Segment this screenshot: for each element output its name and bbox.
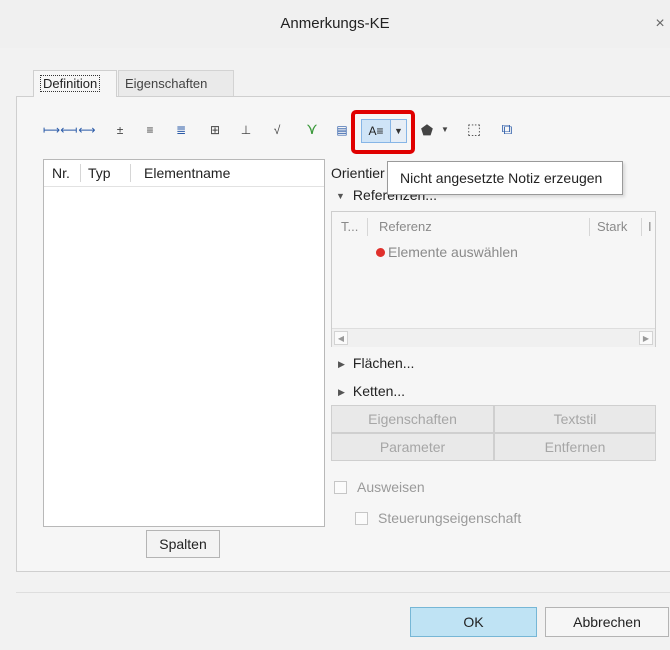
horizontal-scrollbar[interactable]: ◀ ▶ (332, 328, 655, 347)
required-dot-icon (376, 248, 385, 257)
expanded-arrow-icon: ▼ (336, 191, 345, 201)
collapsed-arrow-icon: ▶ (338, 387, 345, 397)
gtol-icon[interactable]: ⊞ (201, 118, 229, 142)
scroll-left-icon[interactable]: ◀ (334, 331, 348, 345)
element-list[interactable] (43, 159, 325, 527)
tab-definition[interactable]: Definition (33, 70, 117, 97)
ref-column-referenz[interactable]: Referenz (379, 212, 432, 242)
dimension-icon[interactable]: ⟼⟻ (43, 118, 77, 142)
copy-icon[interactable]: ⧉ (497, 118, 517, 142)
tolerance-icon-3[interactable]: ≣ (169, 118, 193, 142)
symbol-icon[interactable]: ⬟ (417, 118, 437, 142)
table-icon[interactable]: ▤ (332, 118, 352, 142)
spalten-button[interactable]: Spalten (146, 530, 220, 558)
ref-column-type[interactable]: T... (341, 212, 358, 242)
tab-eigenschaften[interactable]: Eigenschaften (118, 70, 234, 97)
references-table[interactable]: T... Referenz Stark I Elemente auswählen… (331, 211, 656, 347)
datum-target-icon[interactable]: ⋎ (300, 118, 324, 142)
datum-icon[interactable]: ⊥ (236, 118, 256, 142)
select-elements-label: Elemente auswählen (388, 244, 518, 260)
highlight-frame (351, 110, 415, 154)
ausweisen-checkbox[interactable] (334, 481, 347, 494)
symbol-dropdown-chevron-icon[interactable]: ▼ (439, 118, 451, 142)
cancel-button[interactable]: Abbrechen (545, 607, 669, 637)
surface-finish-icon[interactable]: √ (265, 118, 289, 142)
close-icon[interactable]: × (650, 14, 670, 34)
steuerungseigenschaft-label: Steuerungseigenschaft (378, 510, 522, 526)
footer-divider (16, 592, 670, 593)
ok-button[interactable]: OK (410, 607, 537, 637)
tab-definition-label: Definition (40, 75, 101, 92)
ketten-expander[interactable]: ▶ Ketten... (338, 383, 405, 399)
steuerungseigenschaft-checkbox[interactable] (355, 512, 368, 525)
collapsed-arrow-icon: ▶ (338, 359, 345, 369)
frame-icon[interactable]: ⬚ (464, 118, 484, 142)
column-typ[interactable]: Typ (88, 160, 111, 186)
ref-column-extra[interactable]: I (648, 212, 652, 242)
column-elementname[interactable]: Elementname (144, 160, 230, 186)
tolerance-icon-2[interactable]: ≡ (138, 118, 162, 142)
ausweisen-label: Ausweisen (357, 479, 425, 495)
parameter-button[interactable]: Parameter (331, 433, 494, 461)
window-title: Anmerkungs-KE (280, 15, 390, 32)
tolerance-icon-1[interactable]: ± (108, 118, 132, 142)
orientation-label: Orientier (331, 165, 385, 181)
select-elements-row[interactable]: Elemente auswählen (376, 244, 518, 260)
element-list-header: Nr. Typ Elementname (44, 160, 324, 187)
flaechen-label: Flächen... (352, 355, 415, 371)
flaechen-expander[interactable]: ▶ Flächen... (338, 355, 414, 371)
column-nr[interactable]: Nr. (52, 160, 70, 186)
entfernen-button[interactable]: Entfernen (494, 433, 656, 461)
column-separator (589, 218, 590, 236)
scroll-right-icon[interactable]: ▶ (639, 331, 653, 345)
tooltip: Nicht angesetzte Notiz erzeugen (387, 161, 623, 195)
reference-dimension-icon[interactable]: ⟷ (75, 118, 99, 142)
ketten-label: Ketten... (352, 383, 406, 399)
textstil-button[interactable]: Textstil (494, 405, 656, 433)
column-separator (80, 164, 81, 182)
column-separator (130, 164, 131, 182)
ref-column-stark[interactable]: Stark (597, 212, 627, 242)
column-separator (641, 218, 642, 236)
eigenschaften-button[interactable]: Eigenschaften (331, 405, 494, 433)
column-separator (367, 218, 368, 236)
